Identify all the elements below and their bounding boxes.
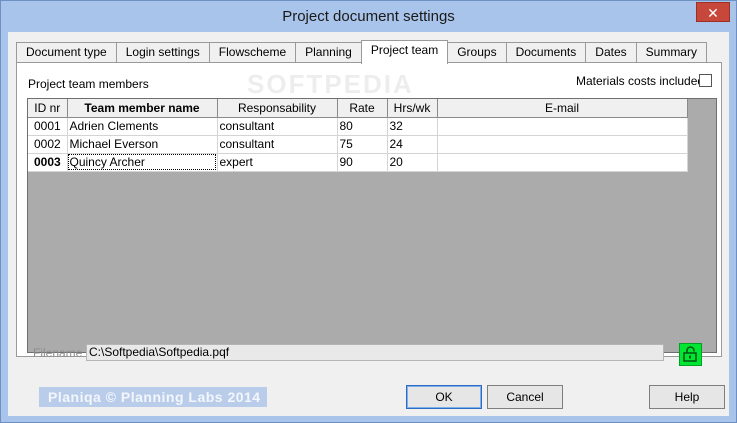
tab-login-settings[interactable]: Login settings — [115, 42, 210, 63]
dialog-client-area: Document type Login settings Flowscheme … — [8, 32, 729, 416]
cell-responsability[interactable]: consultant — [217, 135, 338, 154]
cell-id[interactable]: 0002 — [28, 135, 68, 154]
table-header-row: ID nr Team member name Responsability Ra… — [28, 99, 688, 118]
col-header-rate[interactable]: Rate — [337, 99, 388, 118]
cell-responsability[interactable]: consultant — [217, 117, 338, 136]
cell-email[interactable] — [437, 135, 688, 154]
table-row-selected[interactable]: 0003 Quincy Archer expert 90 20 — [28, 153, 688, 172]
filename-label: Filename — [33, 346, 83, 360]
team-members-label: Project team members — [28, 77, 149, 91]
materials-costs-checkbox[interactable] — [699, 74, 712, 87]
unlock-icon — [683, 346, 697, 362]
cell-hrs[interactable]: 20 — [387, 153, 438, 172]
close-icon: ✕ — [707, 5, 719, 21]
cell-id[interactable]: 0001 — [28, 117, 68, 136]
tab-summary[interactable]: Summary — [635, 42, 707, 63]
cell-rate[interactable]: 80 — [337, 117, 388, 136]
cell-rate[interactable]: 90 — [337, 153, 388, 172]
cell-email[interactable] — [437, 117, 688, 136]
project-team-panel: SOFTPEDIA Project team members Materials… — [16, 62, 722, 357]
cell-name[interactable]: Quincy Archer — [67, 153, 218, 172]
col-header-id[interactable]: ID nr — [28, 99, 68, 118]
table-row[interactable]: 0001 Adrien Clements consultant 80 32 — [28, 117, 688, 136]
table-row[interactable]: 0002 Michael Everson consultant 75 24 — [28, 135, 688, 154]
cell-id[interactable]: 0003 — [28, 153, 68, 172]
cell-responsability[interactable]: expert — [217, 153, 338, 172]
cell-name[interactable]: Michael Everson — [67, 135, 218, 154]
tab-flowscheme[interactable]: Flowscheme — [208, 42, 297, 63]
tab-strip: Document type Login settings Flowscheme … — [16, 40, 707, 64]
planiqa-branding: Planiqa © Planning Labs 2014 — [39, 387, 267, 407]
dialog-window: Project document settings ✕ Document typ… — [0, 0, 737, 423]
cancel-button[interactable]: Cancel — [487, 385, 563, 409]
col-header-responsability[interactable]: Responsability — [217, 99, 338, 118]
tab-groups[interactable]: Groups — [447, 42, 507, 63]
cell-email[interactable] — [437, 153, 688, 172]
tab-project-team[interactable]: Project team — [360, 40, 449, 64]
filename-field: C:\Softpedia\Softpedia.pqf — [86, 344, 664, 361]
tab-dates[interactable]: Dates — [585, 42, 637, 63]
team-members-grid[interactable]: ID nr Team member name Responsability Ra… — [27, 98, 717, 353]
tab-planning[interactable]: Planning — [295, 42, 362, 63]
title-bar[interactable]: Project document settings ✕ — [1, 1, 736, 31]
col-header-hrs[interactable]: Hrs/wk — [387, 99, 438, 118]
col-header-email[interactable]: E-mail — [437, 99, 688, 118]
tab-document-type[interactable]: Document type — [16, 42, 117, 63]
materials-costs-label: Materials costs included — [576, 74, 705, 88]
col-header-name[interactable]: Team member name — [67, 99, 218, 118]
cell-rate[interactable]: 75 — [337, 135, 388, 154]
unlock-button[interactable] — [679, 343, 702, 366]
cell-name[interactable]: Adrien Clements — [67, 117, 218, 136]
help-button[interactable]: Help — [649, 385, 725, 409]
close-button[interactable]: ✕ — [696, 2, 730, 22]
tab-documents[interactable]: Documents — [505, 42, 587, 63]
team-members-table: ID nr Team member name Responsability Ra… — [28, 99, 688, 172]
cell-hrs[interactable]: 32 — [387, 117, 438, 136]
softpedia-watermark: SOFTPEDIA — [247, 69, 414, 99]
cell-hrs[interactable]: 24 — [387, 135, 438, 154]
ok-button[interactable]: OK — [406, 385, 482, 409]
window-title: Project document settings — [282, 7, 455, 25]
